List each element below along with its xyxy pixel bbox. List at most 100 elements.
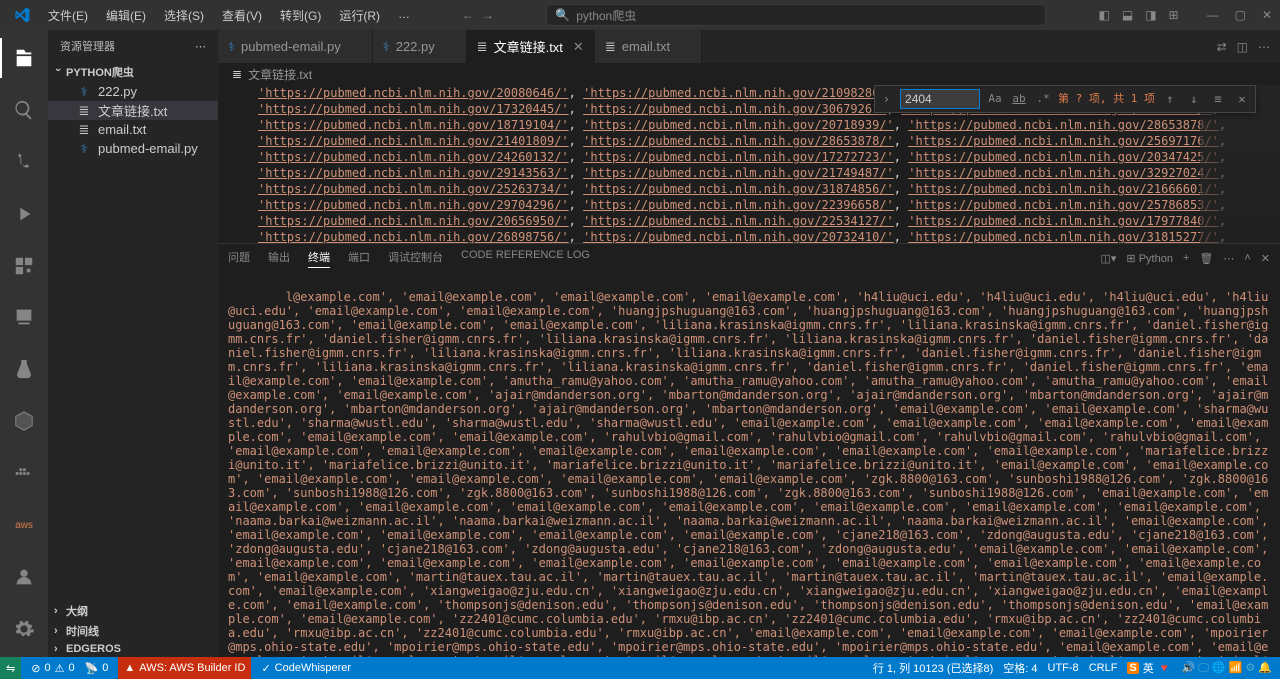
editor-tab[interactable]: ≣email.txt✕ [595,30,702,63]
eol[interactable]: CRLF [1089,662,1118,674]
remote-explorer-icon[interactable] [0,298,48,338]
remote-indicator[interactable]: ⇋ [0,657,21,679]
layout-toggle-right-icon[interactable]: ◨ [1145,8,1156,22]
sidebar-file[interactable]: ≣文章链接.txt [48,101,218,120]
source-control-icon[interactable] [0,142,48,182]
editor-line: 'https://pubmed.ncbi.nlm.nih.gov/2970429… [258,197,1272,213]
layout-toggle-left-icon[interactable]: ◧ [1099,8,1110,22]
panel-more-icon[interactable]: ⋯ [1223,252,1234,265]
menu-item[interactable]: … [390,3,418,28]
panel-kernel-icon[interactable]: ⊞ Python [1126,252,1173,265]
split-editor-icon[interactable]: ◫ [1237,40,1248,54]
menu-item[interactable]: 运行(R) [331,3,388,28]
nav-forward-icon[interactable]: → [482,8,494,22]
indentation[interactable]: 空格: 4 [1003,660,1037,676]
new-terminal-icon[interactable]: + [1183,252,1189,264]
extensions-icon[interactable] [0,246,48,286]
menu-item[interactable]: 编辑(E) [98,3,154,28]
cursor-position[interactable]: 行 1, 列 10123 (已选择8) [873,660,993,676]
settings-gear-icon[interactable] [0,609,48,649]
aws-builder-status[interactable]: ▲ AWS: AWS Builder ID [118,657,251,679]
next-match-icon[interactable]: ↓ [1185,91,1203,107]
panel-tab[interactable]: 调试控制台 [388,249,443,268]
layout-customize-icon[interactable]: ⊞ [1169,8,1179,22]
editor-line: 'https://pubmed.ncbi.nlm.nih.gov/2526373… [258,181,1272,197]
python-file-icon: ⚕ [76,141,92,157]
menu-item[interactable]: 查看(V) [214,3,270,28]
more-icon[interactable]: ⋯ [195,40,206,53]
accounts-icon[interactable] [0,557,48,597]
window-close-icon[interactable]: ✕ [1262,8,1272,22]
sidebar: 资源管理器 ⋯ › PYTHON爬虫 ⚕ 222.py ≣文章链接.txt≣emai… [48,30,218,657]
chevron-down-icon: › [52,68,64,76]
chevron-right-icon[interactable]: › [879,91,894,107]
layout-toggle-bottom-icon[interactable]: ⬓ [1122,8,1133,22]
tab-bar: ⚕pubmed-email.py✕⚕222.py✕≣文章链接.txt✕≣emai… [218,30,1280,63]
panel-tab[interactable]: 终端 [308,249,330,268]
hexagon-icon[interactable] [0,401,48,441]
panel-tab[interactable]: CODE REFERENCE LOG [461,249,590,268]
breadcrumb[interactable]: ≣ 文章链接.txt [218,63,1280,85]
command-center[interactable]: 🔍 python爬虫 [546,4,1046,26]
search-icon: 🔍 [555,8,570,22]
menu-item[interactable]: 文件(E) [40,3,96,28]
menu-item[interactable]: 转到(G) [272,3,329,28]
search-icon[interactable] [0,90,48,130]
panel-tab[interactable]: 输出 [268,249,290,268]
menu-item[interactable]: 选择(S) [156,3,212,28]
tray-icons[interactable]: 🔊 🖵 🌐 📶 ⚙ 🔔 [1181,661,1272,675]
window-maximize-icon[interactable]: ▢ [1235,8,1246,22]
sidebar-title: 资源管理器 [60,38,115,54]
editor-tab[interactable]: ⚕pubmed-email.py✕ [218,30,373,63]
aws-icon[interactable]: aws [0,505,48,545]
match-whole-word-icon[interactable]: ab [1010,90,1028,108]
editor-line: 'https://pubmed.ncbi.nlm.nih.gov/2426013… [258,149,1272,165]
find-in-selection-icon[interactable]: ≡ [1209,91,1227,107]
ports-status[interactable]: 📡0 [85,662,109,675]
titlebar: 文件(E)编辑(E)选择(S)查看(V)转到(G)运行(R)… ← → 🔍 py… [0,0,1280,30]
panel-split-icon[interactable]: ◫▾ [1100,252,1116,265]
problems-status[interactable]: ⊘0 ⚠0 [31,662,74,675]
codewhisperer-status[interactable]: ✓ CodeWhisperer [261,662,351,675]
find-result: 第 ? 项, 共 1 项 [1058,91,1155,107]
window-minimize-icon[interactable]: — [1207,8,1219,22]
sidebar-section[interactable]: ›大纲 [48,601,218,621]
activity-bar: aws [0,30,48,657]
terminal-output[interactable]: l@example.com', 'email@example.com', 'em… [218,272,1280,657]
panel-tab[interactable]: 问题 [228,249,250,268]
editor-content[interactable]: › Aa ab .* 第 ? 项, 共 1 项 ↑ ↓ ≡ ✕ 'https:/… [218,85,1280,243]
editor-line: 'https://pubmed.ncbi.nlm.nih.gov/2914356… [258,165,1272,181]
explorer-icon[interactable] [0,38,48,78]
run-debug-icon[interactable] [0,194,48,234]
docker-icon[interactable] [0,453,48,493]
regex-icon[interactable]: .* [1034,90,1052,108]
close-icon[interactable]: ✕ [1233,91,1251,107]
panel-maximize-icon[interactable]: ˄ [1244,252,1250,264]
panel-close-icon[interactable]: ✕ [1261,252,1270,265]
sidebar-section[interactable]: ›时间线 [48,621,218,641]
radio-icon: 📡 [85,662,99,675]
python-file-icon: ⚕ [76,84,92,100]
sidebar-file[interactable]: ⚕ 222.py [48,82,218,101]
sidebar-file[interactable]: ≣email.txt [48,120,218,139]
more-actions-icon[interactable]: ⋯ [1258,40,1270,54]
editor-tab[interactable]: ≣文章链接.txt✕ [467,30,595,63]
editor-tab[interactable]: ⚕222.py✕ [373,30,467,63]
testing-icon[interactable] [0,349,48,389]
match-case-icon[interactable]: Aa [986,90,1004,108]
encoding[interactable]: UTF-8 [1048,662,1079,674]
sidebar-file[interactable]: ⚕pubmed-email.py [48,139,218,158]
kill-terminal-icon[interactable]: 🗑 [1199,252,1213,265]
file-label: 222.py [98,84,137,99]
nav-back-icon[interactable]: ← [462,8,474,22]
project-section[interactable]: › PYTHON爬虫 [48,62,218,82]
panel-tab[interactable]: 端口 [348,249,370,268]
toggle-preview-icon[interactable]: ⇄ [1217,40,1227,54]
find-input[interactable] [900,89,980,109]
text-file-icon: ≣ [76,122,92,138]
close-icon[interactable]: ✕ [573,39,584,55]
ime-indicator[interactable]: S 英 🔻 [1127,660,1171,676]
sidebar-section[interactable]: ›EDGEROS [48,641,218,657]
prev-match-icon[interactable]: ↑ [1161,91,1179,107]
python-file-icon: ⚕ [228,39,235,55]
